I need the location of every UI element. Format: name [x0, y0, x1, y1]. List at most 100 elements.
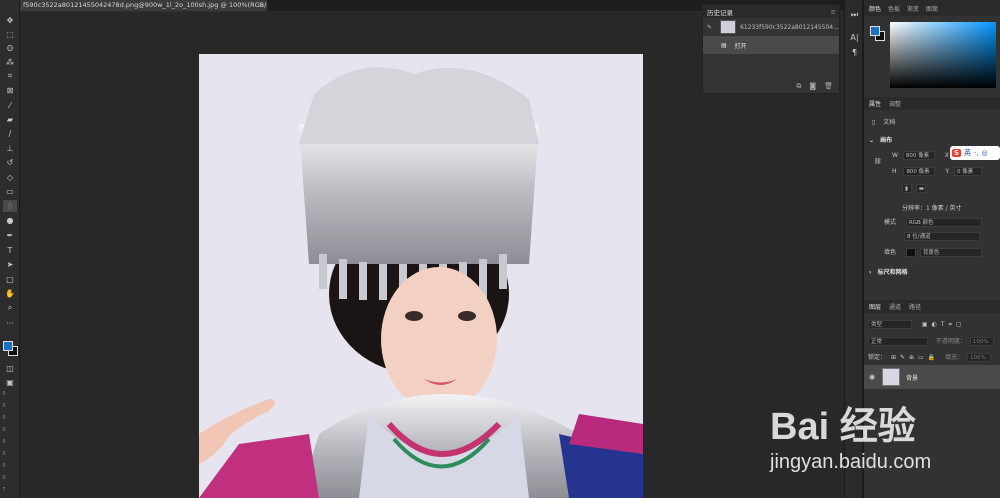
history-panel-icon[interactable]: ⏭	[848, 10, 861, 22]
portrait-photo	[199, 54, 643, 498]
brush-tool-icon[interactable]: ∕	[3, 127, 17, 139]
zoom-tool-icon[interactable]: ⌕	[3, 302, 17, 314]
ime-toolbar[interactable]: S 英 ·, ◎	[950, 146, 1000, 160]
history-tab[interactable]: 历史记录	[707, 7, 733, 17]
fill-opacity-input[interactable]: 100%	[967, 353, 992, 362]
history-snapshot[interactable]: ✎ 61233f590c3522a8012145504...	[703, 18, 839, 36]
ime-settings-icon[interactable]: ◎	[982, 149, 988, 157]
history-item[interactable]: ▤ 打开	[703, 36, 839, 54]
hand-tool-icon[interactable]: ✋	[3, 287, 17, 299]
pen-tool-icon[interactable]: ✒	[3, 229, 17, 241]
watermark-url: jingyan.baidu.com	[770, 451, 932, 473]
character-panel-icon[interactable]: A|	[848, 33, 861, 45]
document-title: f590c3522a80121455042478d.png@900w_1l_2o…	[23, 1, 267, 9]
tab-color[interactable]: 颜色	[869, 4, 881, 13]
canvas-image[interactable]	[199, 54, 643, 498]
eye-icon[interactable]: ◉	[869, 373, 875, 381]
tab-properties[interactable]: 属性	[869, 99, 881, 108]
document-tab[interactable]: f590c3522a80121455042478d.png@900w_1l_2o…	[20, 0, 267, 11]
vertical-ruler: 0 5 0 0 6 5 0 0 7	[0, 388, 8, 498]
fill-select[interactable]: 背景色	[919, 248, 982, 257]
lasso-tool-icon[interactable]: ʘ	[3, 42, 17, 54]
color-panel-tabs: 颜色 色板 渐变 图案	[864, 0, 1000, 16]
document-icon: ▯	[872, 119, 876, 126]
move-tool-icon[interactable]: ✥	[3, 14, 17, 26]
camera-icon[interactable]: ◙	[809, 82, 816, 90]
landscape-orientation-icon[interactable]: ▬	[915, 184, 926, 193]
layers-panel-tabs: 图层 通道 路径	[864, 300, 1000, 313]
type-tool-icon[interactable]: T	[3, 244, 17, 256]
mode-select[interactable]: RGB 颜色	[905, 218, 982, 227]
ruler-number: 0	[2, 415, 6, 421]
canvas-section-label: 画布	[880, 137, 893, 144]
link-proportions-icon[interactable]: ⛓	[874, 158, 882, 165]
blend-mode-select[interactable]: 正常	[868, 337, 928, 346]
layer-row-background[interactable]: ◉ 背景	[864, 365, 1000, 389]
lock-row: 锁定： ⊞✎⊕▭🔒 填充： 100%	[864, 352, 1000, 362]
path-select-icon[interactable]: ➤	[3, 258, 17, 270]
frame-tool-icon[interactable]: ⊠	[3, 84, 17, 96]
trash-icon[interactable]: 🗑	[824, 82, 833, 90]
eraser-tool-icon[interactable]: ◇	[3, 171, 17, 183]
photoshop-window: f590c3522a80121455042478d.png@900w_1l_2o…	[0, 0, 1000, 498]
ime-language[interactable]: 英	[964, 148, 971, 158]
height-input[interactable]: 800 像素	[903, 167, 936, 176]
fill-label: 填色	[884, 249, 897, 256]
screen-mode-icon[interactable]: ▣	[3, 376, 17, 388]
portrait-orientation-icon[interactable]: ▮	[902, 184, 912, 193]
tab-gradients[interactable]: 渐变	[907, 4, 919, 13]
history-brush-source-icon[interactable]: ✎	[707, 24, 712, 31]
rectangle-tool-icon[interactable]: □	[3, 273, 17, 285]
tab-patterns[interactable]: 图案	[926, 4, 938, 13]
canvas-section-header[interactable]: ⌄ 画布	[864, 135, 1000, 144]
rulers-section-header[interactable]: › 标尺和网格	[864, 267, 1000, 276]
tab-swatches[interactable]: 色板	[888, 4, 900, 13]
marquee-tool-icon[interactable]: ⬚	[3, 28, 17, 40]
quick-mask-icon[interactable]: ◫	[3, 362, 17, 374]
mode-row: 模式 RGB 颜色	[864, 217, 1000, 227]
ruler-number: 0	[2, 391, 6, 397]
foreground-color-swatch[interactable]	[3, 341, 13, 351]
foreground-color-swatch[interactable]	[870, 26, 880, 36]
layer-filter-select[interactable]: 类型	[868, 320, 912, 329]
ruler-number: 0	[2, 463, 6, 469]
color-picker	[868, 20, 996, 92]
ruler-number: 0	[2, 475, 6, 481]
rulers-section-label: 标尺和网格	[877, 269, 908, 276]
document-icon: ▤	[721, 41, 727, 49]
more-tools-icon[interactable]: ···	[3, 317, 17, 329]
doc-label: 文档	[883, 119, 896, 126]
blur-tool-icon[interactable]: ♢	[3, 200, 17, 212]
quick-select-tool-icon[interactable]: ⁂	[3, 56, 17, 68]
fill-swatch[interactable]	[905, 248, 916, 257]
layer-name: 背景	[906, 374, 919, 382]
gradient-tool-icon[interactable]: ▭	[3, 185, 17, 197]
fill-row: 填色 背景色	[864, 247, 1000, 257]
watermark-logo-text: Bai 经验	[770, 406, 916, 448]
clone-stamp-icon[interactable]: ⊥	[3, 142, 17, 154]
layer-filter-row: 类型 ▣◐T⌗▢	[864, 320, 1000, 329]
panel-menu-icon[interactable]: ≡	[831, 8, 836, 16]
dodge-tool-icon[interactable]: ●	[3, 214, 17, 226]
layer-filter-icons[interactable]: ▣◐T⌗▢	[922, 321, 966, 328]
color-spectrum[interactable]	[890, 22, 996, 88]
opacity-input[interactable]: 100%	[969, 337, 994, 346]
bit-depth-select[interactable]: 8 位/通道	[904, 232, 980, 241]
y-input[interactable]: 0 像素	[953, 167, 982, 176]
layer-thumbnail	[882, 368, 900, 386]
lock-label: 锁定：	[868, 354, 887, 361]
history-brush-icon[interactable]: ↺	[3, 156, 17, 168]
lock-icons[interactable]: ⊞✎⊕▭🔒	[891, 354, 939, 361]
paragraph-panel-icon[interactable]: ¶	[848, 48, 861, 60]
close-tab-icon[interactable]: ×	[259, 0, 264, 11]
tab-channels[interactable]: 通道	[889, 302, 901, 311]
tab-layers[interactable]: 图层	[869, 302, 881, 311]
tab-adjustments[interactable]: 调整	[889, 99, 901, 108]
crop-tool-icon[interactable]: ⌗	[3, 70, 17, 82]
ime-punctuation-icon[interactable]: ·,	[974, 149, 978, 157]
tab-paths[interactable]: 路径	[909, 302, 921, 311]
properties-panel-tabs: 属性 调整	[864, 97, 1000, 110]
eyedropper-tool-icon[interactable]: ⁄	[3, 99, 17, 111]
new-document-from-state-icon[interactable]: ⧉	[796, 82, 801, 91]
healing-brush-icon[interactable]: ▰	[3, 113, 17, 125]
